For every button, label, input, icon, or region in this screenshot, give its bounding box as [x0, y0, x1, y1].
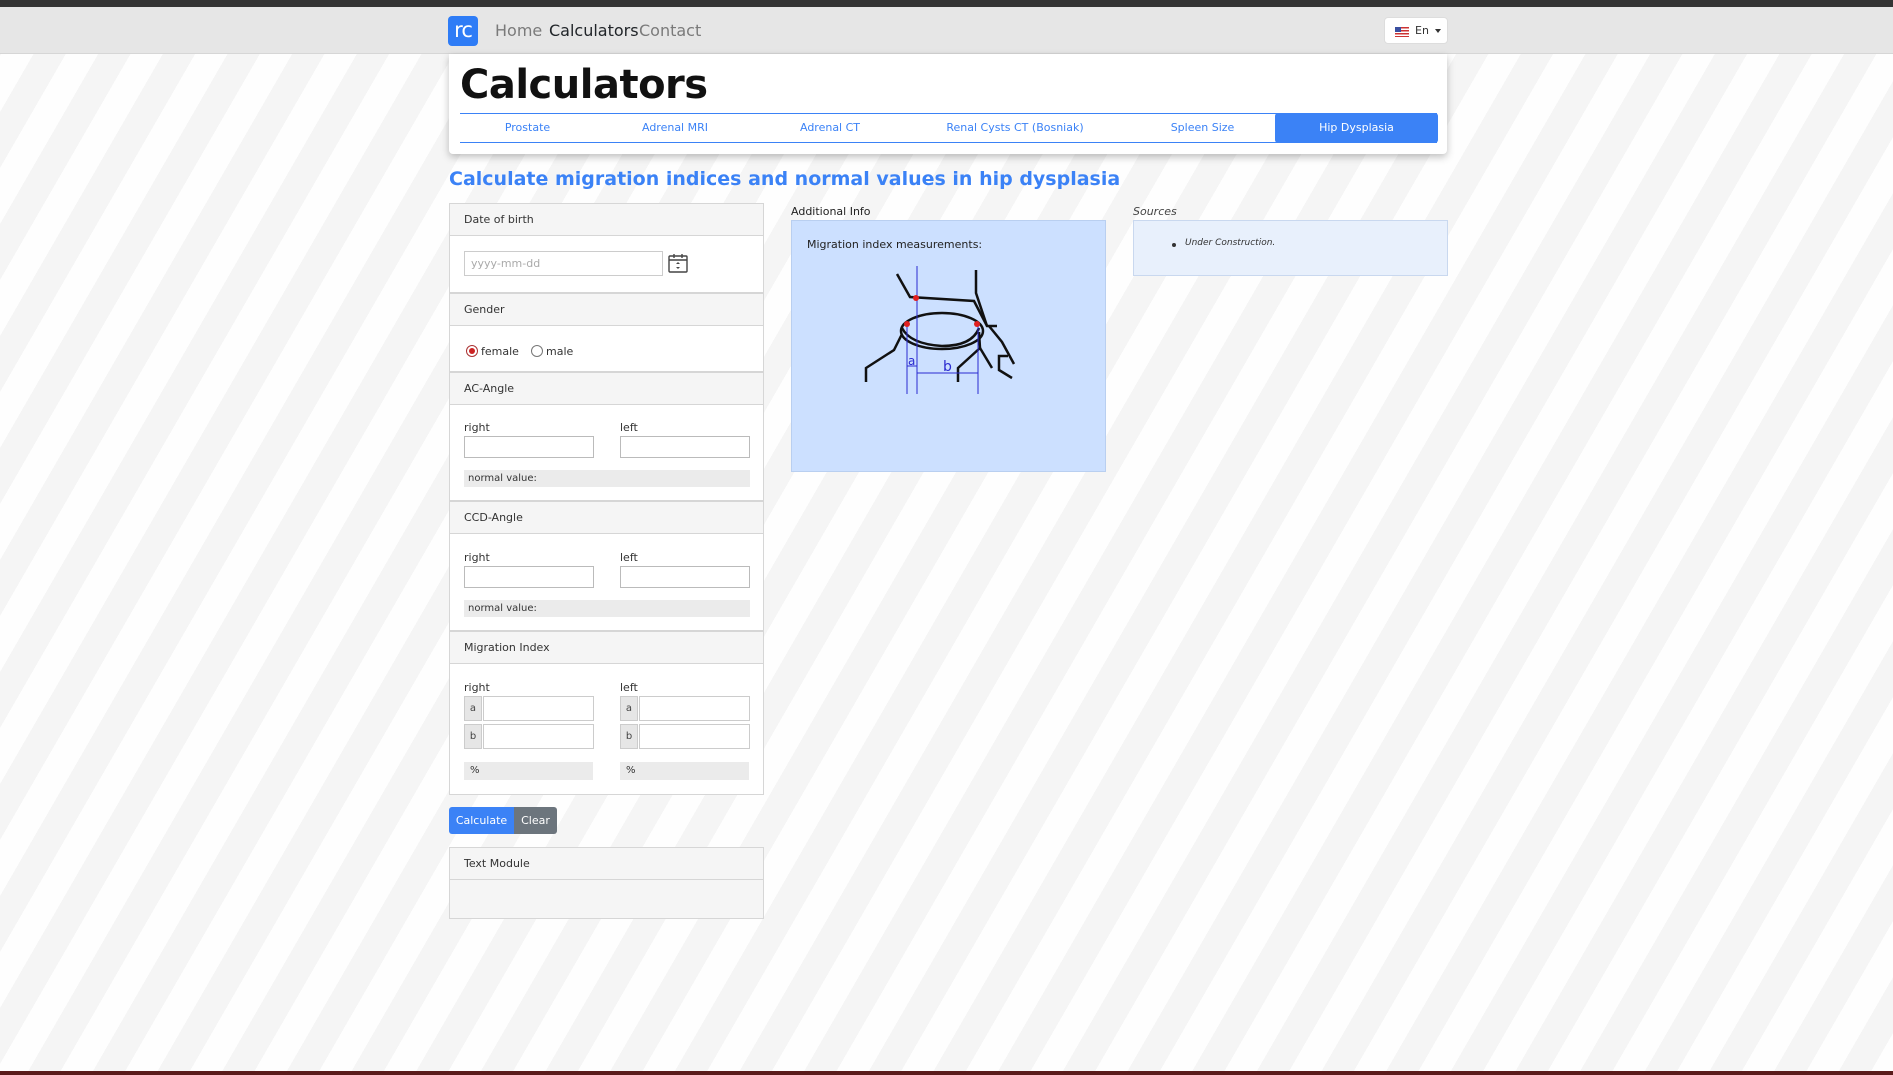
diagram-label-b: b	[943, 359, 952, 375]
sources-box: Under Construction.	[1133, 220, 1448, 276]
calculator-tabs: Prostate Adrenal MRI Adrenal CT Renal Cy…	[460, 113, 1438, 143]
clear-button[interactable]: Clear	[514, 807, 557, 834]
tab-renal-cysts[interactable]: Renal Cysts CT (Bosniak)	[905, 114, 1125, 142]
additional-info-box: Migration index measurements: a b	[791, 220, 1106, 472]
sources-title: Sources	[1133, 205, 1177, 218]
mi-left-a-addon: a	[620, 696, 638, 721]
gender-label: Gender	[450, 294, 763, 326]
migration-index-card: Migration Index right left a b a b % %	[449, 631, 764, 795]
dob-card: Date of birth yyyy-mm-dd	[449, 203, 764, 293]
ccd-right-input[interactable]	[464, 566, 594, 588]
ccd-left-label: left	[620, 551, 638, 564]
gender-card: Gender female male	[449, 293, 764, 372]
header-card: Calculators Prostate Adrenal MRI Adrenal…	[449, 54, 1447, 154]
ac-left-input[interactable]	[620, 436, 750, 458]
radio-dot-icon	[531, 345, 543, 357]
ac-right-label: right	[464, 421, 490, 434]
nav-home[interactable]: Home	[495, 21, 542, 40]
diagram-caption: Migration index measurements:	[807, 238, 983, 251]
us-flag-icon	[1395, 27, 1409, 37]
ccd-left-input[interactable]	[620, 566, 750, 588]
calculate-button[interactable]: Calculate	[449, 807, 514, 834]
radio-dot-checked-icon	[466, 345, 478, 357]
mi-left-label: left	[620, 681, 638, 694]
ccd-angle-label: CCD-Angle	[450, 502, 763, 534]
tab-prostate[interactable]: Prostate	[460, 114, 595, 142]
text-module-label: Text Module	[450, 848, 763, 880]
caret-down-icon	[1435, 29, 1441, 33]
nav-contact[interactable]: Contact	[639, 21, 701, 40]
calculator-title: Calculate migration indices and normal v…	[449, 168, 1121, 190]
bullet-icon	[1172, 243, 1176, 247]
ac-right-input[interactable]	[464, 436, 594, 458]
ac-normal-value: normal value:	[464, 470, 750, 487]
migration-index-diagram: a b	[864, 266, 1016, 394]
ac-angle-card: AC-Angle right left normal value:	[449, 372, 764, 501]
dob-input[interactable]: yyyy-mm-dd	[464, 251, 663, 276]
ccd-angle-card: CCD-Angle right left normal value:	[449, 501, 764, 631]
mi-left-b-addon: b	[620, 724, 638, 749]
radio-male[interactable]: male	[531, 345, 573, 358]
tab-adrenal-ct[interactable]: Adrenal CT	[755, 114, 905, 142]
mi-right-a-addon: a	[464, 696, 482, 721]
mi-right-b-input[interactable]	[483, 724, 594, 749]
bottom-border	[0, 1071, 1893, 1075]
page-heading: Calculators	[460, 62, 708, 108]
mi-left-b-input[interactable]	[639, 724, 750, 749]
ccd-normal-value: normal value:	[464, 600, 750, 617]
language-label: En	[1415, 24, 1429, 37]
diagram-label-a: a	[908, 354, 915, 368]
tab-adrenal-mri[interactable]: Adrenal MRI	[595, 114, 755, 142]
text-module-card: Text Module	[449, 847, 764, 919]
radio-female-label: female	[481, 345, 519, 358]
mi-right-a-input[interactable]	[483, 696, 594, 721]
ccd-right-label: right	[464, 551, 490, 564]
source-item: Under Construction.	[1185, 238, 1276, 248]
dob-label: Date of birth	[450, 204, 763, 236]
ac-angle-label: AC-Angle	[450, 373, 763, 405]
tab-spleen-size[interactable]: Spleen Size	[1125, 114, 1280, 142]
top-border	[0, 0, 1893, 7]
additional-info-title: Additional Info	[791, 205, 871, 218]
radio-female[interactable]: female	[466, 345, 519, 358]
ac-left-label: left	[620, 421, 638, 434]
mi-right-label: right	[464, 681, 490, 694]
mi-left-result: %	[620, 762, 749, 780]
brand-logo[interactable]: rc	[448, 16, 478, 46]
migration-index-label: Migration Index	[450, 632, 763, 664]
text-module-body[interactable]	[450, 880, 763, 918]
tab-hip-dysplasia[interactable]: Hip Dysplasia	[1275, 113, 1438, 143]
language-dropdown[interactable]: En	[1384, 17, 1448, 44]
navbar: rc Home Calculators Contact En	[0, 7, 1893, 54]
radio-male-label: male	[546, 345, 574, 358]
mi-right-result: %	[464, 762, 593, 780]
nav-calculators[interactable]: Calculators	[549, 21, 639, 40]
mi-left-a-input[interactable]	[639, 696, 750, 721]
calendar-icon[interactable]	[667, 252, 689, 274]
mi-right-b-addon: b	[464, 724, 482, 749]
